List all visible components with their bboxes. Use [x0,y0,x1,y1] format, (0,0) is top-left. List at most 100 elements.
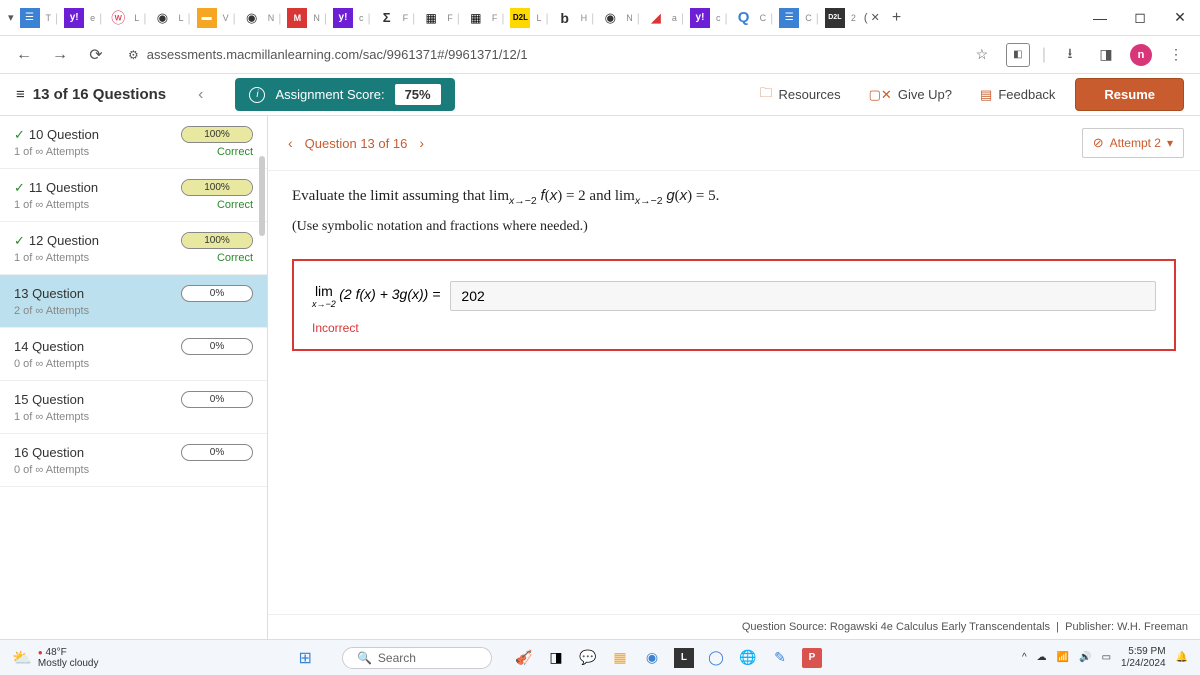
question-source: Question Source: Rogawski 4e Calculus Ea… [268,614,1200,639]
tab-icon[interactable]: ☰ [20,8,40,28]
notification-icon[interactable]: 🔔 [1176,652,1188,663]
profile-badge[interactable]: n [1130,44,1152,66]
maximize-icon[interactable]: ◻ [1128,6,1152,30]
prev-icon[interactable]: ‹ [284,135,297,151]
chevron-up-icon[interactable]: ^ [1022,652,1027,663]
tab-icon[interactable]: Q [734,8,754,28]
browser-tab-strip: ▾ ☰T| y!e| ⓦL| ◉L| ▬V| ◉N| MN| y!c| ΣF| … [0,0,1200,36]
folder-icon: 🗀 [759,84,772,106]
attempt-dropdown[interactable]: ⊘ Attempt 2 ▾ [1082,128,1184,158]
app-icon[interactable]: 🎻 [514,648,534,668]
download-icon[interactable]: ⭳ [1058,43,1082,67]
tab-icon[interactable]: M [287,8,307,28]
sidebar-question-item[interactable]: 13 Question 0% 2 of ∞ Attempts [0,275,267,328]
star-icon[interactable]: ☆ [970,43,994,67]
url-text: assessments.macmillanlearning.com/sac/99… [147,47,528,62]
tab-icon[interactable]: ⓦ [108,8,128,28]
edge-icon[interactable]: ◉ [642,648,662,668]
attempts-label: 1 of ∞ Attempts [14,146,89,158]
address-bar: ← → ⟳ ⚙ assessments.macmillanlearning.co… [0,36,1200,74]
sidebar-question-item[interactable]: 14 Question 0% 0 of ∞ Attempts [0,328,267,381]
battery-icon[interactable]: ▭ [1102,652,1111,663]
sidebar-question-item[interactable]: 16 Question 0% 0 of ∞ Attempts [0,434,267,487]
info-icon[interactable]: i [249,87,265,103]
prev-question-icon[interactable]: ‹ [178,86,223,104]
feedback-button[interactable]: ▤Feedback [972,83,1063,107]
scrollbar-thumb[interactable] [259,156,265,236]
back-icon[interactable]: ← [12,43,36,67]
new-tab-icon[interactable]: + [892,9,901,27]
tab-icon[interactable]: Σ [377,8,397,28]
sidebar-question-item[interactable]: ✓12 Question 100% 1 of ∞ AttemptsCorrect [0,222,267,275]
tab-icon[interactable]: y! [690,8,710,28]
app-icon[interactable]: ▦ [610,648,630,668]
app-icon[interactable]: 💬 [578,648,598,668]
tab-icon[interactable]: ▬ [197,8,217,28]
sidebar-question-item[interactable]: ✓10 Question 100% 1 of ∞ AttemptsCorrect [0,116,267,169]
list-icon[interactable]: ≡ [16,86,25,103]
tab-icon[interactable]: ◉ [600,8,620,28]
clock[interactable]: 5:59 PM 1/24/2024 [1121,646,1166,670]
tab-icon[interactable]: y! [333,8,353,28]
tab-icon[interactable]: ▦ [466,8,486,28]
tab-icon[interactable]: ◢ [646,8,666,28]
tab-icon[interactable]: ◉ [152,8,172,28]
minimize-icon[interactable]: — [1088,6,1112,30]
status-label: Correct [217,199,253,211]
tab-close-icon[interactable]: ( ✕ [864,11,880,24]
attempts-label: 0 of ∞ Attempts [14,358,89,370]
chrome-icon[interactable]: 🌐 [738,648,758,668]
taskbar-pinned: 🎻 ◨ 💬 ▦ ◉ L ◯ 🌐 ✎ P [514,648,822,668]
answer-expression: limx→−2 (2 f(x) + 3g(x)) = [312,283,440,309]
tab-icon[interactable]: b [555,8,575,28]
tab-icon[interactable]: D2L [510,8,530,28]
start-icon[interactable]: ⊞ [299,648,312,668]
question-nav: ‹ Question 13 of 16 › [284,135,428,151]
app-icon[interactable]: ✎ [770,648,790,668]
question-hint: (Use symbolic notation and fractions whe… [292,219,1176,235]
resources-button[interactable]: 🗀Resources [751,80,848,110]
sidebar-question-item[interactable]: ✓11 Question 100% 1 of ∞ AttemptsCorrect [0,169,267,222]
cloud-icon[interactable]: ☁ [1037,652,1047,663]
incorrect-label: Incorrect [312,321,1156,335]
assignment-score: i Assignment Score: 75% [235,78,454,111]
app-icon[interactable]: ◨ [546,648,566,668]
progress-pill: 0% [181,444,253,461]
next-icon[interactable]: › [415,135,428,151]
windows-taskbar: ⛅ ● 48°FMostly cloudy ⊞ 🔍 Search 🎻 ◨ 💬 ▦… [0,639,1200,675]
wifi-icon[interactable]: 📶 [1057,652,1069,663]
question-sidebar: ✓10 Question 100% 1 of ∞ AttemptsCorrect… [0,116,268,639]
answer-input[interactable] [450,281,1156,311]
attempts-label: 1 of ∞ Attempts [14,252,89,264]
forward-icon[interactable]: → [48,43,72,67]
powerpoint-icon[interactable]: P [802,648,822,668]
sidebar-question-item[interactable]: 15 Question 0% 1 of ∞ Attempts [0,381,267,434]
menu-icon[interactable]: ⋮ [1164,43,1188,67]
progress-pill: 0% [181,285,253,302]
tab-icon-active[interactable]: D2L [825,8,845,28]
tab-icon[interactable]: ◉ [242,8,262,28]
prohibit-icon: ⊘ [1093,135,1104,151]
assignment-toolbar: ≡ 13 of 16 Questions ‹ i Assignment Scor… [0,74,1200,116]
site-settings-icon[interactable]: ⚙ [128,48,139,62]
tab-icon[interactable]: ▦ [421,8,441,28]
panel-icon[interactable]: ◨ [1094,43,1118,67]
question-label: 14 Question [14,339,84,354]
app-icon[interactable]: L [674,648,694,668]
taskbar-search[interactable]: 🔍 Search [342,647,492,669]
reload-icon[interactable]: ⟳ [84,43,108,67]
extension-icon[interactable]: ◧ [1006,43,1030,67]
tab-icon[interactable]: y! [64,8,84,28]
resume-button[interactable]: Resume [1075,78,1184,111]
close-icon[interactable]: ✕ [1168,6,1192,30]
weather-widget[interactable]: ⛅ ● 48°FMostly cloudy [12,647,99,669]
url-input[interactable]: ⚙ assessments.macmillanlearning.com/sac/… [120,47,958,62]
volume-icon[interactable]: 🔊 [1079,652,1091,663]
tab-dropdown-icon[interactable]: ▾ [8,11,14,24]
answer-box: limx→−2 (2 f(x) + 3g(x)) = Incorrect [292,259,1176,351]
check-icon: ✓ [14,233,25,249]
tab-icon[interactable]: ☰ [779,8,799,28]
giveup-button[interactable]: ▢✕Give Up? [861,83,960,107]
app-icon[interactable]: ◯ [706,648,726,668]
question-label: 11 Question [29,180,98,195]
